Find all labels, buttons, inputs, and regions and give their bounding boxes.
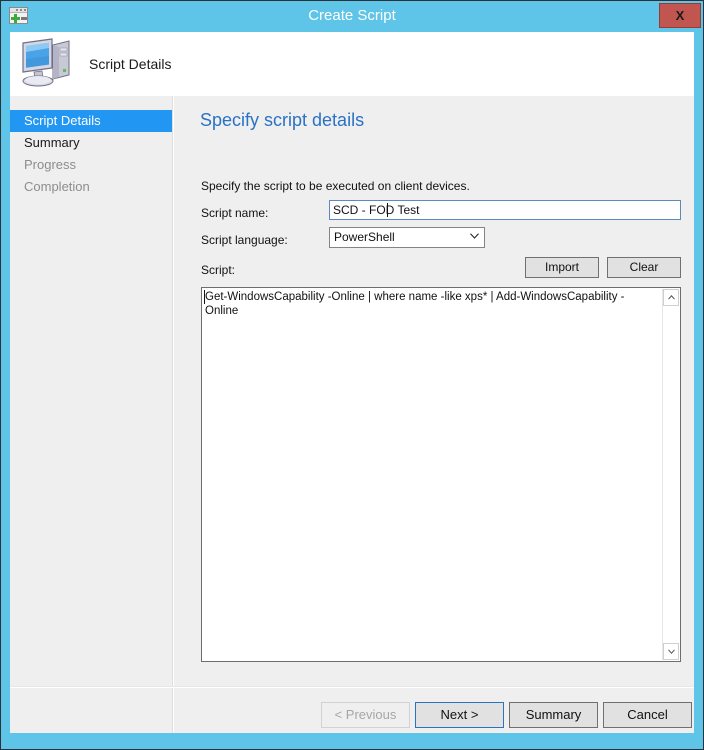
- chevron-down-icon: [470, 233, 479, 239]
- script-editor[interactable]: Get-WindowsCapability -Online | where na…: [201, 287, 681, 662]
- intro-text: Specify the script to be executed on cli…: [201, 179, 470, 193]
- next-button[interactable]: Next >: [415, 702, 504, 728]
- content-pane: Specify script details Specify the scrip…: [174, 96, 694, 733]
- cancel-button[interactable]: Cancel: [603, 702, 692, 728]
- computer-icon: [19, 37, 77, 89]
- header-title: Script Details: [89, 56, 172, 72]
- footer-separator: [10, 687, 694, 688]
- sidebar-item-completion: Completion: [24, 179, 90, 194]
- wizard-step-list: Script Details Summary Progress Completi…: [10, 96, 172, 733]
- script-name-input[interactable]: [329, 200, 681, 220]
- scroll-down-icon[interactable]: [663, 643, 679, 660]
- page-title: Specify script details: [200, 110, 365, 130]
- script-content: Get-WindowsCapability -Online | where na…: [205, 291, 625, 317]
- import-button[interactable]: Import: [525, 257, 599, 278]
- window-title: Create Script: [308, 7, 396, 24]
- script-language-label: Script language:: [201, 233, 288, 247]
- dialog-body: Script Details Summary Progress Completi…: [10, 96, 694, 733]
- sidebar-item-script-details[interactable]: Script Details: [10, 110, 172, 132]
- dialog-header: Script Details: [10, 32, 694, 96]
- create-script-dialog: Create Script X Script Details Script De…: [0, 0, 704, 750]
- summary-button[interactable]: Summary: [509, 702, 598, 728]
- script-name-label: Script name:: [201, 206, 269, 220]
- script-language-value: PowerShell: [334, 230, 395, 244]
- script-language-select[interactable]: PowerShell: [329, 227, 485, 248]
- text-cursor: [387, 203, 388, 217]
- screenshot-root: Create Script X Script Details Script De…: [0, 0, 704, 750]
- scroll-up-icon[interactable]: [663, 289, 679, 306]
- sidebar-item-progress: Progress: [24, 157, 77, 172]
- clear-button[interactable]: Clear: [607, 257, 681, 278]
- previous-button: < Previous: [321, 702, 410, 728]
- title-bar: Create Script X: [1, 1, 703, 31]
- script-scrollbar[interactable]: [662, 289, 679, 660]
- sidebar-item-summary[interactable]: Summary: [10, 132, 172, 154]
- close-button[interactable]: X: [659, 3, 701, 28]
- script-label: Script:: [201, 263, 236, 277]
